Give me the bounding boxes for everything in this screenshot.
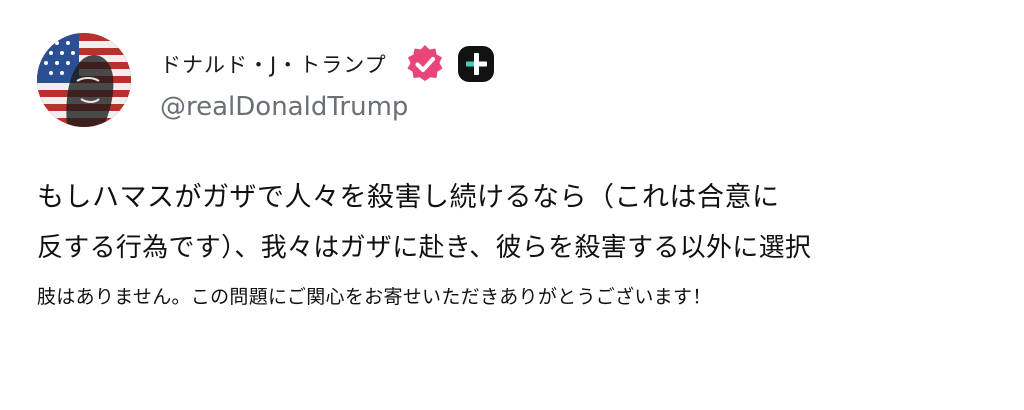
avatar[interactable] <box>37 33 131 127</box>
author-display-name[interactable]: ドナルド・J・トランプ <box>160 49 387 79</box>
post-card: ドナルド・J・トランプ @realDonaldTrump もしハマスがガザで人々… <box>0 0 1024 410</box>
plus-app-icon[interactable] <box>457 45 495 83</box>
post-body-line: 反する行為です）、我々はガザに赴き、彼らを殺害する以外に選択 <box>37 233 812 263</box>
verified-badge-icon <box>407 45 443 81</box>
author-name-row: ドナルド・J・トランプ <box>160 40 495 88</box>
author-handle[interactable]: @realDonaldTrump <box>160 92 408 122</box>
post-body-line: 肢はありません。この問題にご関心をお寄せいただきありがとうございます！ <box>37 286 712 308</box>
flag-portrait-icon <box>37 33 131 127</box>
post-body-line: もしハマスがガザで人々を殺害し続けるなら（これは合意に <box>37 182 780 213</box>
post-body: もしハマスがガザで人々を殺害し続けるなら（これは合意に 反する行為です）、我々は… <box>37 176 997 314</box>
